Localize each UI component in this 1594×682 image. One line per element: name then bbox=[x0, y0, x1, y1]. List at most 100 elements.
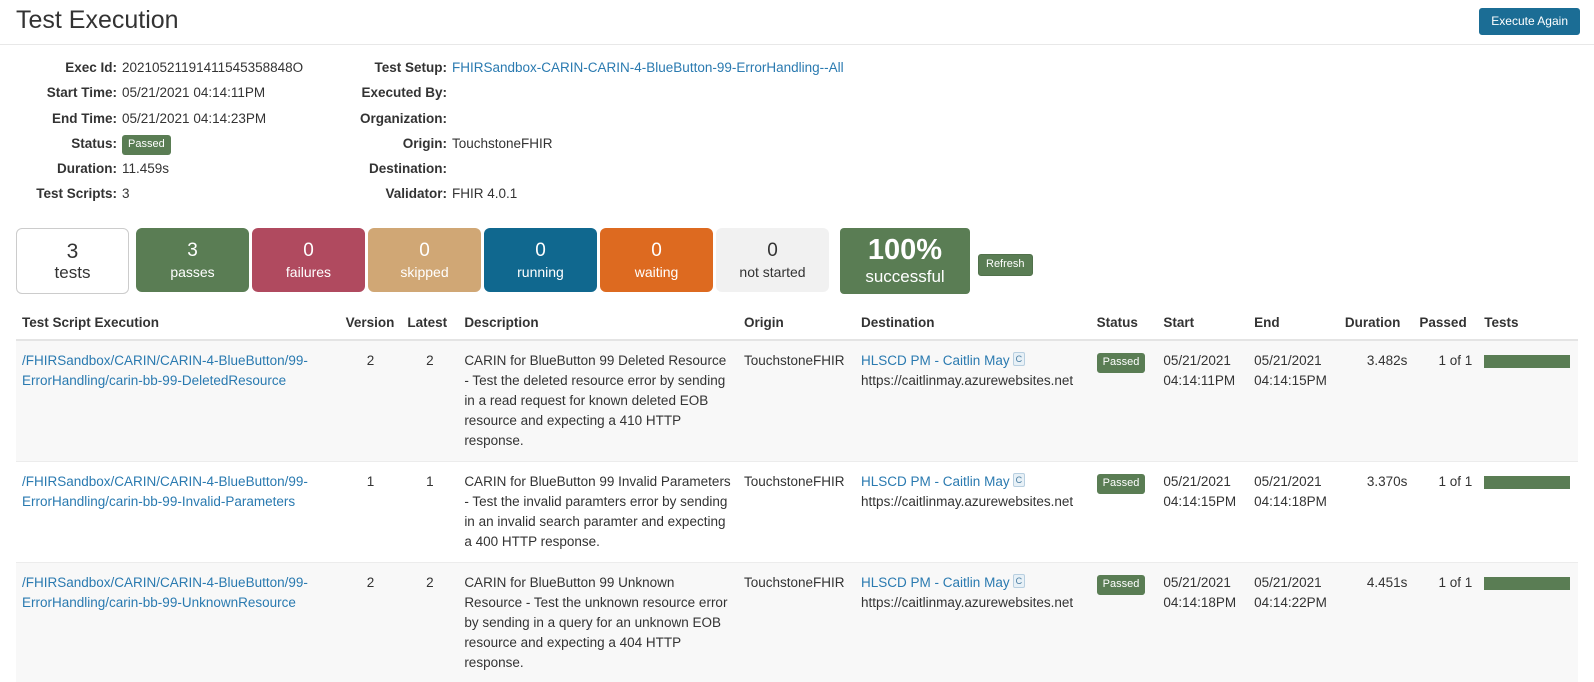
stat-box-skipped[interactable]: 0skipped bbox=[368, 228, 481, 292]
stat-count: 0 bbox=[767, 239, 778, 262]
stat-label: not started bbox=[739, 262, 805, 282]
cell-latest: 2 bbox=[401, 340, 458, 462]
summary-field-value: TouchstoneFHIR bbox=[452, 134, 553, 154]
cell-description: CARIN for BlueButton 99 Deleted Resource… bbox=[458, 340, 738, 462]
cell-tests bbox=[1478, 340, 1578, 462]
cell-passed: 1 of 1 bbox=[1413, 563, 1478, 682]
cell-tests bbox=[1478, 462, 1578, 563]
stat-count: 3 bbox=[187, 239, 198, 262]
cell-passed: 1 of 1 bbox=[1413, 462, 1478, 563]
summary-field-value: 11.459s bbox=[122, 159, 169, 179]
column-header-description[interactable]: Description bbox=[458, 310, 738, 340]
tests-progress-fill bbox=[1484, 476, 1570, 489]
summary-field-value: 20210521191411545358848O bbox=[122, 58, 303, 78]
tests-progress-fill bbox=[1484, 577, 1570, 590]
start-time: 04:14:15PM bbox=[1163, 492, 1242, 512]
destination-link[interactable]: HLSCD PM - Caitlin May bbox=[861, 474, 1010, 489]
start-time: 04:14:18PM bbox=[1163, 593, 1242, 613]
start-time: 04:14:11PM bbox=[1163, 371, 1242, 391]
summary-field-right-4: Destination: bbox=[330, 159, 1130, 184]
stat-label: passes bbox=[170, 262, 214, 282]
column-header-tests[interactable]: Tests bbox=[1478, 310, 1578, 340]
page-header: Test Execution Execute Again bbox=[0, 0, 1594, 45]
summary-field-label: Test Setup: bbox=[330, 58, 452, 78]
column-header-duration[interactable]: Duration bbox=[1339, 310, 1414, 340]
execute-again-button[interactable]: Execute Again bbox=[1479, 8, 1580, 35]
status-badge: Passed bbox=[1097, 474, 1146, 494]
cell-description: CARIN for BlueButton 99 Invalid Paramete… bbox=[458, 462, 738, 563]
stat-count: 0 bbox=[419, 239, 430, 262]
page-title: Test Execution bbox=[16, 6, 179, 35]
summary-field-value: 05/21/2021 04:14:11PM bbox=[122, 83, 265, 103]
column-header-origin[interactable]: Origin bbox=[738, 310, 855, 340]
cell-destination: HLSCD PM - Caitlin MayChttps://caitlinma… bbox=[855, 563, 1091, 682]
test-script-link[interactable]: /FHIRSandbox/CARIN/CARIN-4-BlueButton/99… bbox=[22, 472, 334, 512]
stat-box-passes[interactable]: 3passes bbox=[136, 228, 249, 292]
stat-box-tests[interactable]: 3tests bbox=[16, 228, 129, 294]
cell-description: CARIN for BlueButton 99 Unknown Resource… bbox=[458, 563, 738, 682]
summary-field-label: Test Scripts: bbox=[0, 184, 122, 204]
cell-duration: 3.370s bbox=[1339, 462, 1414, 563]
column-header-passed[interactable]: Passed bbox=[1413, 310, 1478, 340]
summary-field-label: End Time: bbox=[0, 109, 122, 129]
summary-field-label: Status: bbox=[0, 134, 122, 154]
end-date: 05/21/2021 bbox=[1254, 573, 1333, 593]
cell-origin: TouchstoneFHIR bbox=[738, 563, 855, 682]
cell-end: 05/21/202104:14:22PM bbox=[1248, 563, 1339, 682]
table-header-row: Test Script ExecutionVersionLatestDescri… bbox=[16, 310, 1578, 340]
test-setup-link[interactable]: FHIRSandbox-CARIN-CARIN-4-BlueButton-99-… bbox=[452, 60, 844, 75]
column-header-status[interactable]: Status bbox=[1091, 310, 1158, 340]
stat-label: failures bbox=[286, 262, 331, 282]
stat-box-failures[interactable]: 0failures bbox=[252, 228, 365, 292]
execution-summary: Exec Id:20210521191411545358848OStart Ti… bbox=[0, 45, 1594, 203]
destination-link[interactable]: HLSCD PM - Caitlin May bbox=[861, 575, 1010, 590]
table-row: /FHIRSandbox/CARIN/CARIN-4-BlueButton/99… bbox=[16, 563, 1578, 682]
cell-start: 05/21/202104:14:11PM bbox=[1157, 340, 1248, 462]
tests-progress-bar bbox=[1484, 476, 1570, 489]
end-time: 04:14:18PM bbox=[1254, 492, 1333, 512]
column-header-latest[interactable]: Latest bbox=[401, 310, 458, 340]
summary-field-label: Duration: bbox=[0, 159, 122, 179]
stat-box-waiting[interactable]: 0waiting bbox=[600, 228, 713, 292]
summary-field-label: Start Time: bbox=[0, 83, 122, 103]
success-percent: 100% bbox=[868, 234, 942, 266]
tests-progress-fill bbox=[1484, 355, 1570, 368]
status-badge: Passed bbox=[1097, 575, 1146, 595]
success-percentage-box: 100%successful bbox=[840, 228, 970, 294]
cell-duration: 3.482s bbox=[1339, 340, 1414, 462]
table-row: /FHIRSandbox/CARIN/CARIN-4-BlueButton/99… bbox=[16, 462, 1578, 563]
start-date: 05/21/2021 bbox=[1163, 351, 1242, 371]
cell-test-script-execution: /FHIRSandbox/CARIN/CARIN-4-BlueButton/99… bbox=[16, 563, 340, 682]
summary-field-right-2: Organization: bbox=[330, 109, 1130, 134]
column-header-destination[interactable]: Destination bbox=[855, 310, 1091, 340]
certified-badge-icon: C bbox=[1013, 473, 1026, 487]
table-row: /FHIRSandbox/CARIN/CARIN-4-BlueButton/99… bbox=[16, 340, 1578, 462]
stat-count: 3 bbox=[67, 240, 79, 263]
refresh-button[interactable]: Refresh bbox=[978, 254, 1033, 276]
cell-start: 05/21/202104:14:15PM bbox=[1157, 462, 1248, 563]
cell-start: 05/21/202104:14:18PM bbox=[1157, 563, 1248, 682]
tests-progress-bar bbox=[1484, 355, 1570, 368]
test-script-executions-table-wrapper: Test Script ExecutionVersionLatestDescri… bbox=[16, 310, 1578, 682]
column-header-test-script-execution[interactable]: Test Script Execution bbox=[16, 310, 340, 340]
stat-count: 0 bbox=[303, 239, 314, 262]
column-header-version[interactable]: Version bbox=[340, 310, 402, 340]
summary-field-value: FHIR 4.0.1 bbox=[452, 184, 517, 204]
stat-label: skipped bbox=[400, 262, 448, 282]
summary-field-label: Executed By: bbox=[330, 83, 452, 103]
stat-box-notstarted[interactable]: 0not started bbox=[716, 228, 829, 292]
summary-field-label: Destination: bbox=[330, 159, 452, 179]
certified-badge-icon: C bbox=[1013, 574, 1026, 588]
stat-box-running[interactable]: 0running bbox=[484, 228, 597, 292]
column-header-end[interactable]: End bbox=[1248, 310, 1339, 340]
cell-test-script-execution: /FHIRSandbox/CARIN/CARIN-4-BlueButton/99… bbox=[16, 462, 340, 563]
test-script-link[interactable]: /FHIRSandbox/CARIN/CARIN-4-BlueButton/99… bbox=[22, 351, 334, 391]
cell-latest: 2 bbox=[401, 563, 458, 682]
cell-destination: HLSCD PM - Caitlin MayChttps://caitlinma… bbox=[855, 462, 1091, 563]
destination-link[interactable]: HLSCD PM - Caitlin May bbox=[861, 353, 1010, 368]
end-time: 04:14:22PM bbox=[1254, 593, 1333, 613]
column-header-start[interactable]: Start bbox=[1157, 310, 1248, 340]
test-script-link[interactable]: /FHIRSandbox/CARIN/CARIN-4-BlueButton/99… bbox=[22, 573, 334, 613]
table-header: Test Script ExecutionVersionLatestDescri… bbox=[16, 310, 1578, 340]
stat-count: 0 bbox=[535, 239, 546, 262]
